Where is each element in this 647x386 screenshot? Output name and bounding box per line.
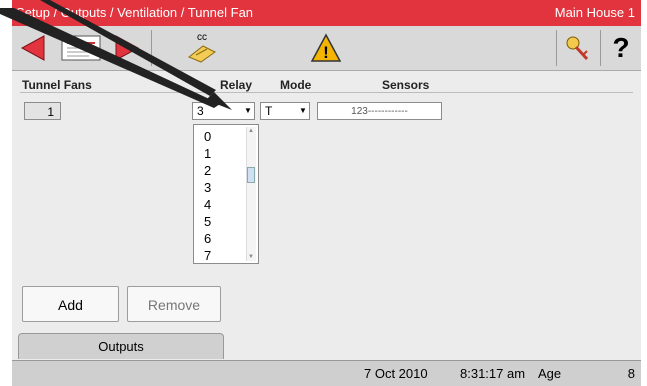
list-icon — [61, 35, 101, 61]
status-bar: 7 Oct 2010 8:31:17 am Age 8 — [12, 360, 641, 386]
chevron-down-icon: ▼ — [299, 106, 307, 115]
title-bar: Setup / Outputs / Ventilation / Tunnel F… — [12, 0, 641, 26]
warning-mark: ! — [323, 43, 329, 62]
status-age-value: 8 — [627, 366, 635, 381]
cc-copy-icon — [188, 45, 216, 63]
relay-option[interactable]: 3 — [204, 179, 211, 196]
mode-select[interactable]: T ▼ — [260, 102, 310, 120]
remove-button[interactable]: Remove — [127, 286, 221, 322]
breadcrumb: Setup / Outputs / Ventilation / Tunnel F… — [16, 5, 254, 20]
copy-button[interactable]: cc — [180, 30, 224, 66]
tab-outputs[interactable]: Outputs — [18, 333, 224, 359]
relay-option[interactable]: 7 — [204, 247, 211, 264]
status-time: 8:31:17 am — [460, 366, 526, 381]
house-name: Main House 1 — [554, 5, 635, 20]
relay-option[interactable]: 1 — [204, 145, 211, 162]
toolbar-divider — [600, 30, 601, 66]
relay-option[interactable]: 2 — [204, 162, 211, 179]
warning-icon: ! — [310, 33, 342, 62]
back-button[interactable] — [14, 30, 52, 66]
forward-button[interactable] — [108, 30, 146, 66]
chevron-down-icon: ▼ — [244, 106, 252, 115]
table-header: Tunnel Fans Relay Mode Sensors — [20, 78, 633, 93]
controller-screen: Setup / Outputs / Ventilation / Tunnel F… — [12, 0, 641, 386]
key-icon — [566, 36, 589, 61]
help-icon: ? — [612, 32, 630, 63]
fan-index[interactable]: 1 — [24, 102, 61, 120]
header-tunnel-fans: Tunnel Fans — [22, 78, 92, 92]
relay-option[interactable]: 4 — [204, 196, 211, 213]
toolbar-divider — [556, 30, 557, 66]
sensors-field[interactable]: 123------------ — [317, 102, 442, 120]
relay-option[interactable]: 5 — [204, 213, 211, 230]
help-button[interactable]: ? — [603, 30, 639, 66]
header-sensors: Sensors — [382, 78, 430, 92]
table-row: 1 3 ▼ T ▼ 123------------ — [20, 96, 633, 124]
header-mode: Mode — [280, 78, 312, 92]
relay-select[interactable]: 3 ▼ — [192, 102, 255, 120]
relay-dropdown-list: 0 1 2 3 4 5 6 7 ▲ ▼ — [193, 124, 259, 264]
scroll-down-icon[interactable]: ▼ — [248, 254, 254, 260]
alarm-button[interactable]: ! — [308, 30, 344, 66]
status-date: 7 Oct 2010 — [364, 366, 428, 381]
dropdown-scrollbar[interactable]: ▲ ▼ — [246, 127, 256, 261]
scroll-thumb[interactable] — [247, 167, 255, 183]
mode-value: T — [265, 104, 273, 118]
login-button[interactable] — [560, 30, 596, 66]
cc-label: cc — [197, 32, 207, 43]
list-button[interactable] — [56, 30, 106, 66]
add-button[interactable]: Add — [22, 286, 119, 322]
relay-option[interactable]: 6 — [204, 230, 211, 247]
relay-option[interactable]: 0 — [204, 128, 211, 145]
relay-value: 3 — [197, 104, 204, 118]
header-relay: Relay — [220, 78, 253, 92]
arrow-right-icon — [115, 35, 140, 61]
scroll-up-icon[interactable]: ▲ — [248, 128, 254, 134]
toolbar-divider — [151, 30, 152, 66]
arrow-left-icon — [20, 35, 45, 61]
status-age-label: Age — [538, 366, 562, 381]
toolbar: cc ! ? — [12, 26, 641, 71]
